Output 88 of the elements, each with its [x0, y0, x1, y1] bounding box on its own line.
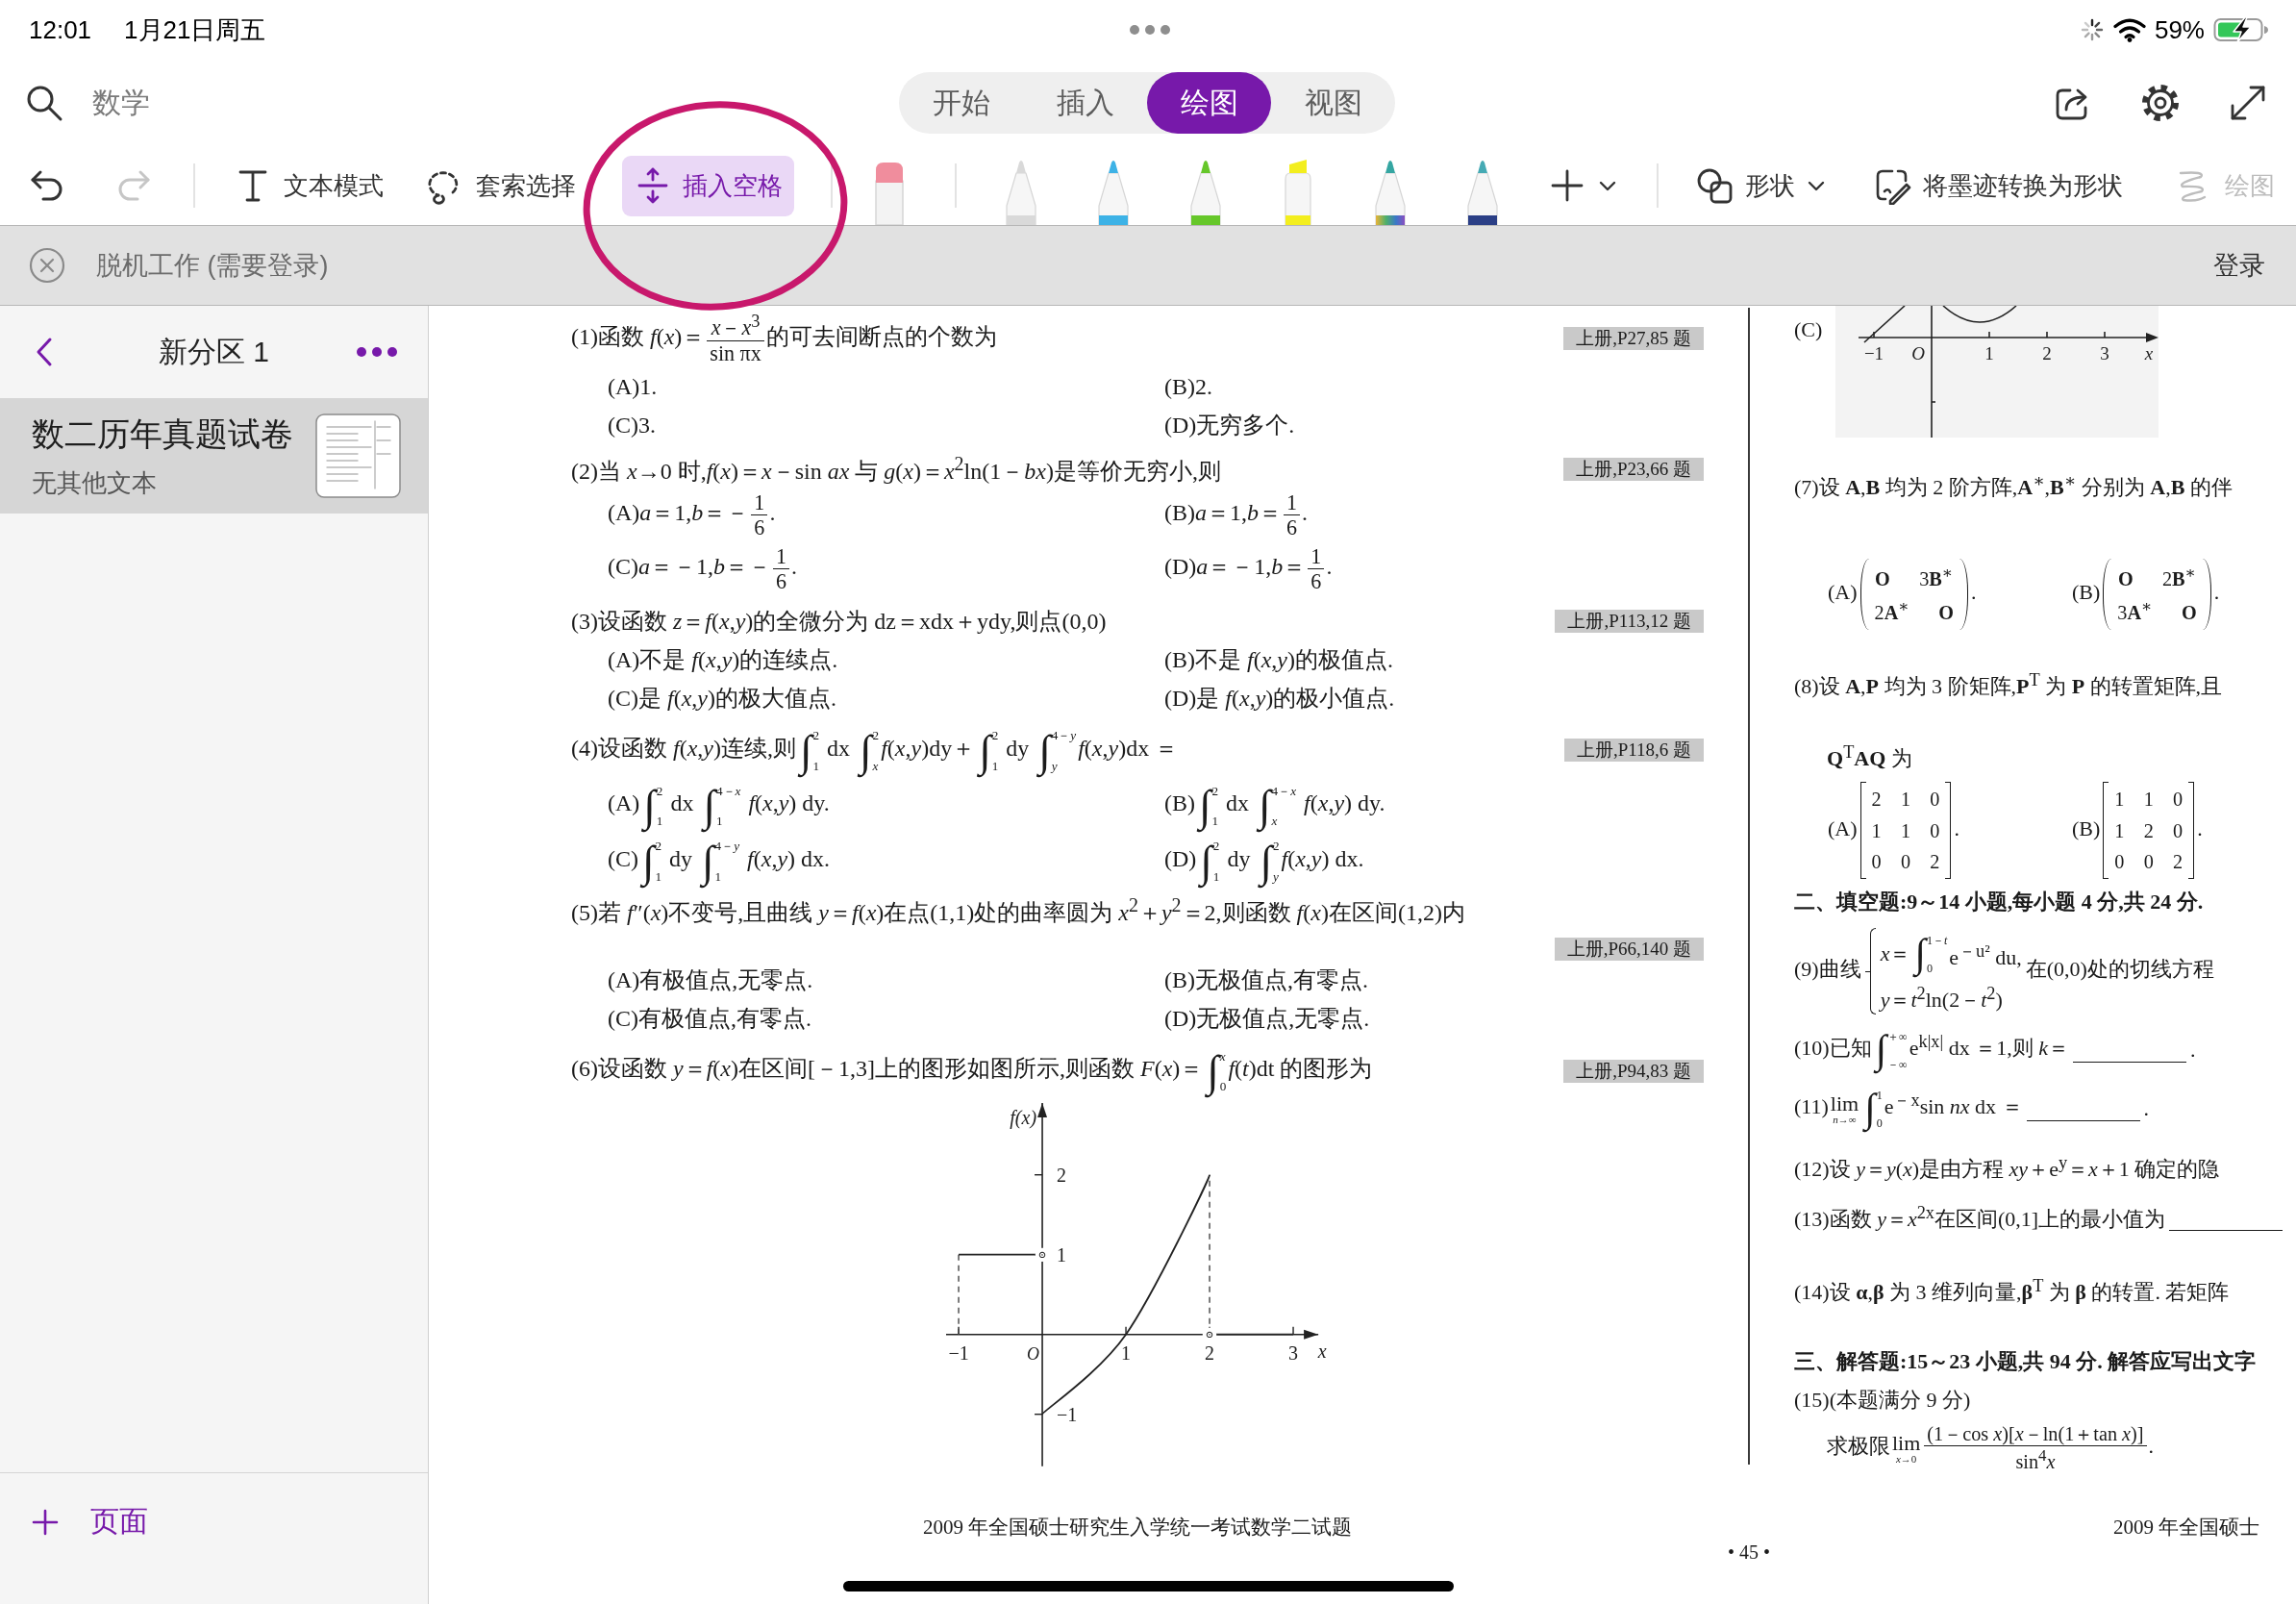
page-footer: 2009 年全国硕士	[2113, 1514, 2260, 1541]
source-tag: 上册,P113,12 题	[1555, 609, 1704, 633]
answer-option: (A) O 3B$^{∗}$ 2A$^{∗}$ O .	[1828, 559, 1977, 631]
question-text: (2)当 x→0 时,f(x)＝x－sin ax 与 g(x)＝x$^{2}$ln(1－bx)是等价无穷小,则	[571, 452, 1221, 486]
tick-label: 2	[1057, 1164, 1067, 1186]
notebook-title[interactable]: 数学	[92, 83, 150, 123]
answer-option: (A) 2 1 0 1 1 0 0 0 2 .	[1828, 782, 1959, 880]
search-icon[interactable]	[25, 84, 63, 122]
question-text: (14)设 α,β 为 3 维列向量,β$^{T}$ 为 β 的转置. 若矩阵	[1794, 1275, 2230, 1307]
multitasking-dots-icon[interactable]	[1129, 24, 1171, 36]
tick-label: O	[1911, 343, 1926, 363]
source-tag: 上册,P94,83 题	[1563, 1060, 1704, 1084]
axis-label: x	[1317, 1340, 1327, 1362]
ribbon-tab[interactable]: 插入	[1023, 72, 1147, 134]
answer-option: (B) 1 1 0 1 2 0 0 0 2 .	[2072, 782, 2203, 880]
source-tag: 上册,P118,6 题	[1563, 739, 1704, 763]
tick-label: 2	[2042, 343, 2053, 363]
settings-icon[interactable]	[2139, 82, 2182, 124]
answer-option: (B)2.	[1164, 373, 1212, 400]
text-mode-button[interactable]: 文本模式	[230, 155, 389, 216]
answer-option: (D)是 f(x,y)的极小值点.	[1164, 682, 1395, 714]
tick-label: 3	[1288, 1341, 1299, 1364]
page-item[interactable]: 数二历年真题试卷 无其他文本	[0, 398, 428, 514]
source-tag: 上册,P66,140 题	[1554, 938, 1704, 962]
more-icon[interactable]	[356, 346, 398, 358]
login-button[interactable]: 登录	[2213, 248, 2265, 283]
ribbon-tab[interactable]: 视图	[1271, 72, 1395, 134]
axis-label: f(x)	[1010, 1107, 1037, 1128]
source-tag: 上册,P27,85 题	[1563, 327, 1704, 351]
page-footer: 2009 年全国硕士研究生入学统一考试数学二试题	[922, 1514, 1353, 1541]
page-preview: 无其他文本	[32, 466, 157, 499]
question-text: Q$^{T}$AQ 为	[1827, 742, 1912, 773]
question-text: (7)设 A,B 均为 2 阶方阵,A$^{∗}$,B$^{∗}$ 分别为 A,B 的伴	[1794, 469, 2233, 501]
answer-option: (D)无极值点,无零点.	[1164, 1003, 1370, 1035]
question-text: .	[2143, 1096, 2150, 1122]
ink-to-shape-button[interactable]: 将墨迹转换为形状	[1873, 166, 2123, 205]
vertical-arrows-icon	[636, 166, 670, 205]
question-text: (15)(本题满分 9 分)	[1794, 1387, 1971, 1415]
answer-option: (C)是 f(x,y)的极大值点.	[608, 682, 836, 714]
battery-percentage: 59%	[2154, 14, 2205, 45]
question-text: (8)设 A,P 均为 3 阶矩阵,P$^{T}$ 为 P 的转置矩阵,且	[1794, 670, 2223, 701]
plus-icon	[1550, 168, 1585, 203]
ribbon-tab[interactable]: 开始	[899, 72, 1023, 134]
add-pen-button[interactable]	[1550, 168, 1617, 203]
tick-label: 1	[1057, 1243, 1067, 1266]
wifi-icon	[2112, 17, 2146, 42]
section-heading: 三、解答题:15～23 小题,共 94 分. 解答应写出文字	[1794, 1348, 2257, 1376]
answer-option: (A)1.	[608, 373, 658, 400]
shapes-button[interactable]: 形状	[1695, 166, 1826, 205]
add-page-button[interactable]: 页面	[32, 1502, 148, 1541]
section-title: 新分区 1	[159, 334, 269, 369]
tick-label: −1	[1864, 343, 1884, 363]
tick-label: O	[1027, 1343, 1040, 1364]
close-icon[interactable]	[29, 247, 65, 284]
question-text: .	[2189, 1038, 2196, 1064]
question-text: (3)设函数 z＝f(x,y)的全微分为 dz＝xdx＋ydy,则点(0,0)	[571, 607, 1107, 636]
activity-spinner-icon	[2079, 17, 2105, 42]
page-title: 数二历年真题试卷	[32, 414, 293, 454]
answer-option: (B) O 2B$^{∗}$ 3A$^{∗}$ O .	[2072, 559, 2220, 631]
question-text: (12)设 y＝y(x)是由方程 xy＋e$^{y}$＝x＋1 确定的隐	[1794, 1152, 2220, 1184]
insert-space-button[interactable]: 插入空格	[622, 155, 794, 216]
tick-label: 1	[1984, 343, 1995, 363]
source-tag: 上册,P23,66 题	[1563, 458, 1704, 482]
figure-label: (C)	[1794, 317, 1823, 342]
plus-icon	[32, 1508, 59, 1536]
answer-option: (B)无极值点,有零点.	[1164, 965, 1368, 996]
question-text: (13)函数 y＝x$^{2x}$在区间(0,1]上的最小值为	[1794, 1202, 2166, 1234]
answer-option: (A)不是 f(x,y)的连续点.	[608, 643, 838, 675]
shapes-icon	[1695, 166, 1734, 205]
status-date: 1月21日周五	[124, 13, 266, 46]
tick-label: x	[2145, 343, 2154, 363]
lasso-select-button[interactable]: 套索选择	[418, 155, 582, 216]
page-number: • 45 •	[1728, 1541, 1770, 1564]
answer-option: (B)不是 f(x,y)的极值点.	[1164, 643, 1393, 675]
answer-option: (A)有极值点,无零点.	[608, 965, 813, 996]
status-time: 12:01	[29, 14, 92, 45]
tick-label: −1	[1057, 1403, 1078, 1425]
offline-message: 脱机工作 (需要登录)	[96, 250, 329, 282]
answer-option: (D)无穷多个.	[1164, 410, 1295, 441]
tick-label: 3	[2100, 343, 2110, 363]
tick-label: 1	[1121, 1341, 1132, 1364]
answer-option: (C)有极值点,有零点.	[608, 1003, 811, 1035]
answer-option: (C)3.	[608, 412, 656, 439]
section-heading: 二、填空题:9～14 小题,每小题 4 分,共 24 分.	[1794, 889, 2204, 916]
question-text: 求极限lim x→0 (1－cos x)[x－ln(1＋tan x)] sin$^{4}$x .	[1827, 1422, 2155, 1476]
tick-label: −1	[948, 1341, 969, 1364]
question-text: (5)若 f″(x)不变号,且曲线 y＝f(x)在点(1,1)处的曲率圆为 x$^{2}$＋y$^{2}$＝2,则函数 f(x)在区间(1,2)内	[571, 894, 1465, 928]
ribbon-tab[interactable]: 绘图	[1147, 72, 1271, 134]
